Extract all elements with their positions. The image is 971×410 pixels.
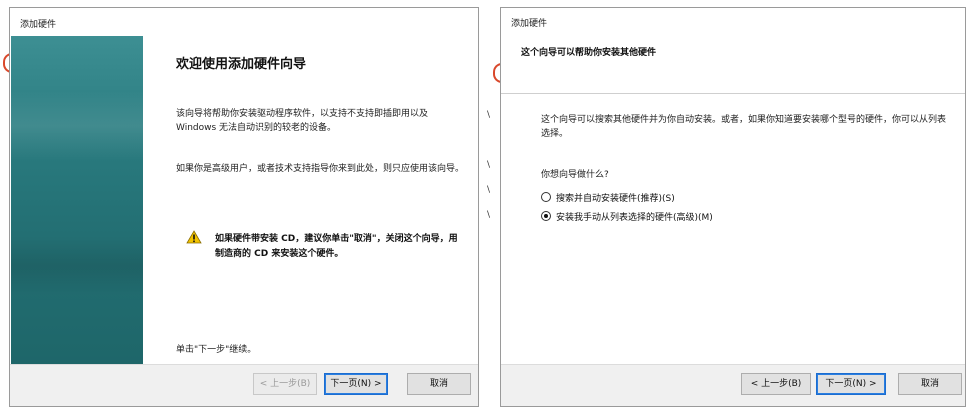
window-title: 添加硬件	[20, 20, 57, 30]
wizard-header-title: 这个向导可以帮助你安装其他硬件	[521, 48, 657, 58]
background-fragment: \	[487, 160, 491, 170]
continue-hint: 单击"下一步"继续。	[176, 345, 257, 355]
radio-button-selected[interactable]	[541, 211, 551, 221]
title-bar: 添加硬件	[10, 8, 478, 35]
wizard-description: 这个向导可以搜索其他硬件并为你自动安装。或者，如果你知道要安装哪个型号的硬件，你…	[541, 115, 947, 139]
wizard-header: 这个向导可以帮助你安装其他硬件	[501, 35, 965, 94]
add-hardware-welcome-dialog: 添加硬件 欢迎使用添加硬件向导 该向导将帮助你安装驱动程序软件，以支持不支持即插…	[9, 7, 479, 407]
background-fragment: \	[487, 210, 491, 220]
wizard-intro-text: 该向导将帮助你安装驱动程序软件，以支持不支持即插即用以及Windows 无法自动…	[176, 109, 429, 133]
next-button[interactable]: 下一页(N) >	[324, 373, 388, 395]
wizard-heading: 欢迎使用添加硬件向导	[176, 57, 307, 72]
wizard-question: 你想向导做什么?	[541, 170, 609, 180]
wizard-footer: < 上一步(B) 下一页(N) > 取消	[501, 364, 965, 406]
background-fragment: \	[487, 185, 491, 195]
back-button[interactable]: < 上一步(B)	[741, 373, 811, 395]
next-button[interactable]: 下一页(N) >	[816, 373, 886, 395]
wizard-footer: < 上一步(B) 下一页(N) > 取消	[10, 364, 478, 406]
cancel-button[interactable]: 取消	[898, 373, 962, 395]
warning-text: 如果硬件带安装 CD，建议你单击"取消"，关闭这个向导，用制造商的 CD 来安装…	[215, 234, 458, 259]
wizard-side-banner	[11, 36, 143, 366]
option-label: 搜索并自动安装硬件(推荐)(S)	[556, 194, 675, 204]
option-label: 安装我手动从列表选择的硬件(高级)(M)	[556, 213, 713, 223]
warning-triangle-icon	[186, 230, 202, 247]
wizard-advanced-user-text: 如果你是高级用户，或者技术支持指导你来到此处，则只应使用该向导。	[176, 164, 465, 174]
back-button[interactable]: < 上一步(B)	[253, 373, 317, 395]
background-fragment: \	[487, 110, 491, 120]
title-bar: 添加硬件	[501, 8, 965, 35]
add-hardware-choice-dialog: 添加硬件 这个向导可以帮助你安装其他硬件 这个向导可以搜索其他硬件并为你自动安装…	[500, 7, 966, 407]
window-title: 添加硬件	[511, 19, 548, 29]
cancel-button[interactable]: 取消	[407, 373, 471, 395]
radio-button[interactable]	[541, 192, 551, 202]
